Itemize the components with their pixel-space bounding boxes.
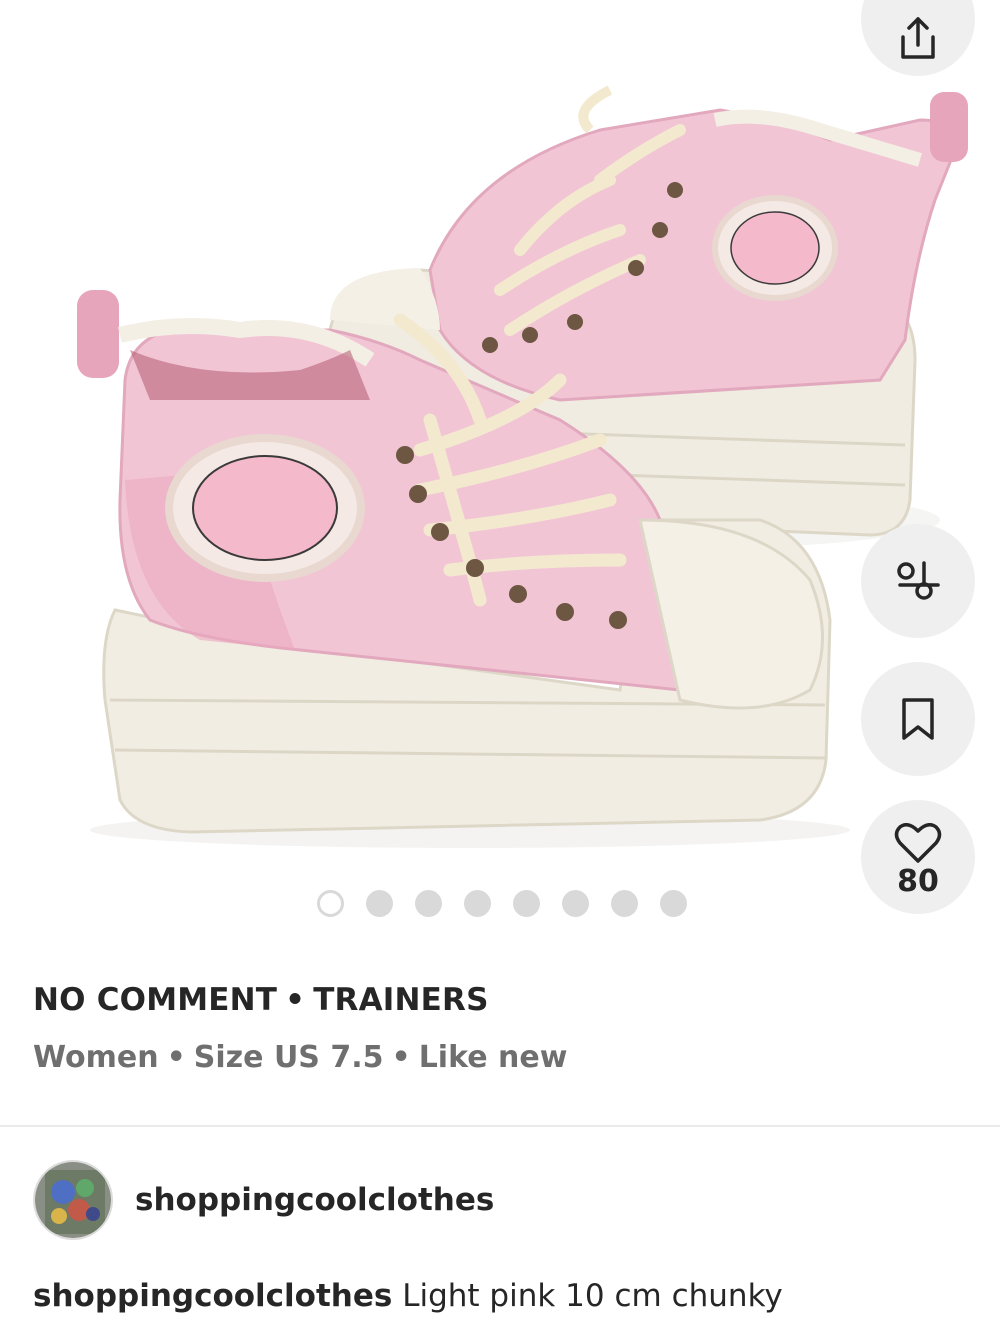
pagination-dot-4[interactable] [464,890,491,917]
bookmark-icon [898,696,938,742]
brand-category-line: NO COMMENT • TRAINERS [33,982,489,1018]
seller-row[interactable]: shoppingcoolclothes [33,1160,494,1240]
description-username[interactable]: shoppingcoolclothes [33,1278,392,1314]
category-link[interactable]: TRAINERS [313,982,488,1018]
like-count: 80 [897,864,939,899]
like-button[interactable]: 80 [861,800,975,914]
similar-items-button[interactable] [861,524,975,638]
pagination-dot-5[interactable] [513,890,540,917]
divider [0,1125,1000,1127]
product-image-gallery[interactable]: 80 [0,0,1000,938]
pagination-dot-6[interactable] [562,890,589,917]
listing-meta: Women • Size US 7.5 • Like new [33,1040,567,1075]
avatar[interactable] [33,1160,113,1240]
gender-label: Women [33,1040,159,1075]
product-photo[interactable] [0,0,1000,938]
image-pagination [317,890,687,917]
pagination-dot-3[interactable] [415,890,442,917]
save-button[interactable] [861,662,975,776]
product-page: 80 NO COMMENT • TRAINERS Women • Size US 7.5… [0,0,1000,1333]
size-label: Size US 7.5 [193,1040,384,1075]
similar-items-icon [894,557,942,605]
pagination-dot-2[interactable] [366,890,393,917]
seller-username[interactable]: shoppingcoolclothes [135,1182,494,1218]
listing-description: shoppingcoolclothes Light pink 10 cm chu… [33,1278,983,1314]
pagination-dot-1[interactable] [317,890,344,917]
description-text: Light pink 10 cm chunky [402,1278,783,1314]
separator: • [285,982,306,1018]
brand-link[interactable]: NO COMMENT [33,982,277,1018]
separator: • [166,1040,186,1075]
pagination-dot-7[interactable] [611,890,638,917]
condition-label: Like new [418,1040,568,1075]
heart-icon [894,823,942,863]
pagination-dot-8[interactable] [660,890,687,917]
share-icon [895,15,941,61]
separator: • [391,1040,411,1075]
